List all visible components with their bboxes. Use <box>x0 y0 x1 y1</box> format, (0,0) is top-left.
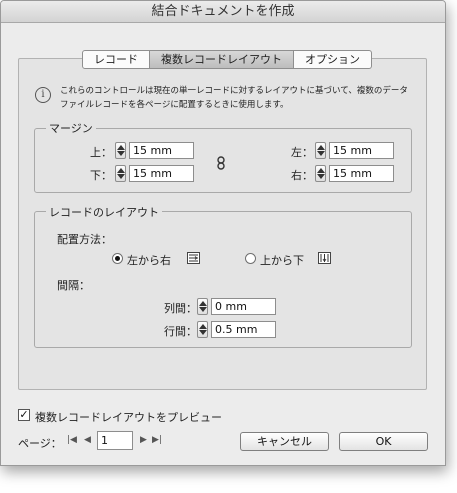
row-gap-label: 行間： <box>164 325 197 338</box>
margin-top-input[interactable] <box>129 142 194 159</box>
tab-multiple-record-layout[interactable]: 複数レコードレイアウト <box>150 50 294 69</box>
margin-bottom-label: 下： <box>90 169 112 182</box>
preview-checkbox-label[interactable]: 複数レコードレイアウトをプレビュー <box>35 409 222 425</box>
column-gap-label: 列間： <box>164 302 197 315</box>
radio-left-to-right-label[interactable]: 左から右 <box>127 252 171 268</box>
preview-checkbox[interactable]: ✓ <box>18 409 30 421</box>
first-page-icon[interactable]: |◀ <box>67 435 77 445</box>
margin-left-label: 左： <box>291 146 313 159</box>
spacing-label: 間隔： <box>57 279 90 292</box>
info-description: これらのコントロールは現在の単一レコードに対するレイアウトに基づいて、複数のデー… <box>60 86 408 110</box>
merge-document-dialog: 結合ドキュメントを作成 レコード 複数レコードレイアウト オプション i これら… <box>0 0 446 466</box>
radio-top-to-bottom-label[interactable]: 上から下 <box>260 252 304 268</box>
chain-link-icon[interactable] <box>216 156 226 170</box>
margin-right-stepper[interactable] <box>315 165 326 182</box>
tab-options[interactable]: オプション <box>294 50 372 69</box>
margins-group-title: マージン <box>46 120 96 136</box>
margin-right-input[interactable] <box>329 165 394 182</box>
rows-first-icon <box>187 252 200 264</box>
previous-page-icon[interactable]: ◀ <box>84 435 91 445</box>
row-gap-stepper[interactable] <box>197 321 208 338</box>
row-gap-input[interactable] <box>211 321 276 338</box>
margin-bottom-stepper[interactable] <box>115 165 126 182</box>
tab-bar: レコード 複数レコードレイアウト オプション <box>82 50 372 69</box>
ok-button[interactable]: OK <box>339 432 428 451</box>
margin-top-stepper[interactable] <box>115 142 126 159</box>
page-label: ページ： <box>18 437 62 450</box>
columns-first-icon <box>318 252 331 264</box>
next-page-icon[interactable]: ▶ <box>140 435 147 445</box>
margin-left-stepper[interactable] <box>315 142 326 159</box>
margin-right-label: 右： <box>291 169 313 182</box>
info-icon: i <box>35 87 51 103</box>
margin-top-label: 上： <box>90 146 112 159</box>
page-number-input[interactable] <box>97 431 133 450</box>
dialog-title: 結合ドキュメントを作成 <box>1 1 445 23</box>
column-gap-input[interactable] <box>211 298 276 315</box>
radio-top-to-bottom[interactable] <box>245 253 256 264</box>
margin-bottom-input[interactable] <box>129 165 194 182</box>
last-page-icon[interactable]: ▶| <box>152 435 162 445</box>
margin-left-input[interactable] <box>329 142 394 159</box>
record-layout-group-title: レコードのレイアウト <box>46 204 162 220</box>
cancel-button[interactable]: キャンセル <box>240 432 329 451</box>
column-gap-stepper[interactable] <box>197 298 208 315</box>
placement-label: 配置方法： <box>57 233 112 246</box>
radio-left-to-right[interactable] <box>112 253 123 264</box>
tab-record[interactable]: レコード <box>82 50 150 69</box>
